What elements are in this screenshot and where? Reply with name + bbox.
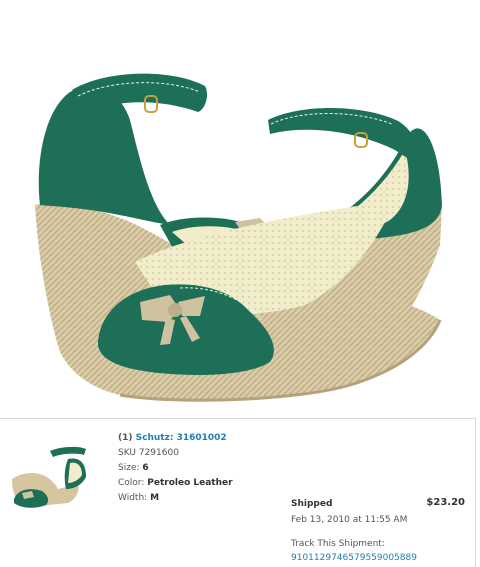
width-value: M [150, 493, 160, 503]
item-size: Size: 6 [118, 461, 233, 476]
shipment-info: Shipped Feb 13, 2010 at 11:55 AM Track T… [291, 497, 417, 565]
size-value: 6 [142, 463, 149, 473]
item-title: (1) Schutz: 31601002 [118, 431, 233, 446]
order-item: (1) Schutz: 31601002 SKU 7291600 Size: 6… [0, 418, 476, 567]
shipment-date: Feb 13, 2010 at 11:55 AM [291, 515, 408, 525]
product-brand: Schutz: [135, 433, 174, 443]
sku-value: 7291600 [138, 448, 179, 458]
item-details: (1) Schutz: 31601002 SKU 7291600 Size: 6… [118, 431, 233, 506]
product-model: 31601002 [176, 433, 227, 443]
item-price: $23.20 [426, 497, 465, 508]
track-shipment-label: Track This Shipment: [291, 539, 385, 549]
item-color: Color: Petroleo Leather [118, 476, 233, 491]
item-width: Width: M [118, 491, 233, 506]
color-label: Color: [118, 478, 145, 488]
product-image: schutz [0, 0, 480, 418]
size-label: Size: [118, 463, 140, 473]
color-value: Petroleo Leather [147, 478, 233, 488]
item-sku: SKU 7291600 [118, 446, 233, 461]
shipment-status: Shipped [291, 499, 333, 509]
sku-label: SKU [118, 448, 136, 458]
product-thumbnail[interactable] [8, 429, 90, 511]
width-label: Width: [118, 493, 148, 503]
tracking-number-link[interactable]: 9101129746579559005889 [291, 553, 417, 563]
item-quantity: (1) [118, 433, 133, 443]
product-link[interactable]: Schutz: 31601002 [136, 433, 227, 443]
